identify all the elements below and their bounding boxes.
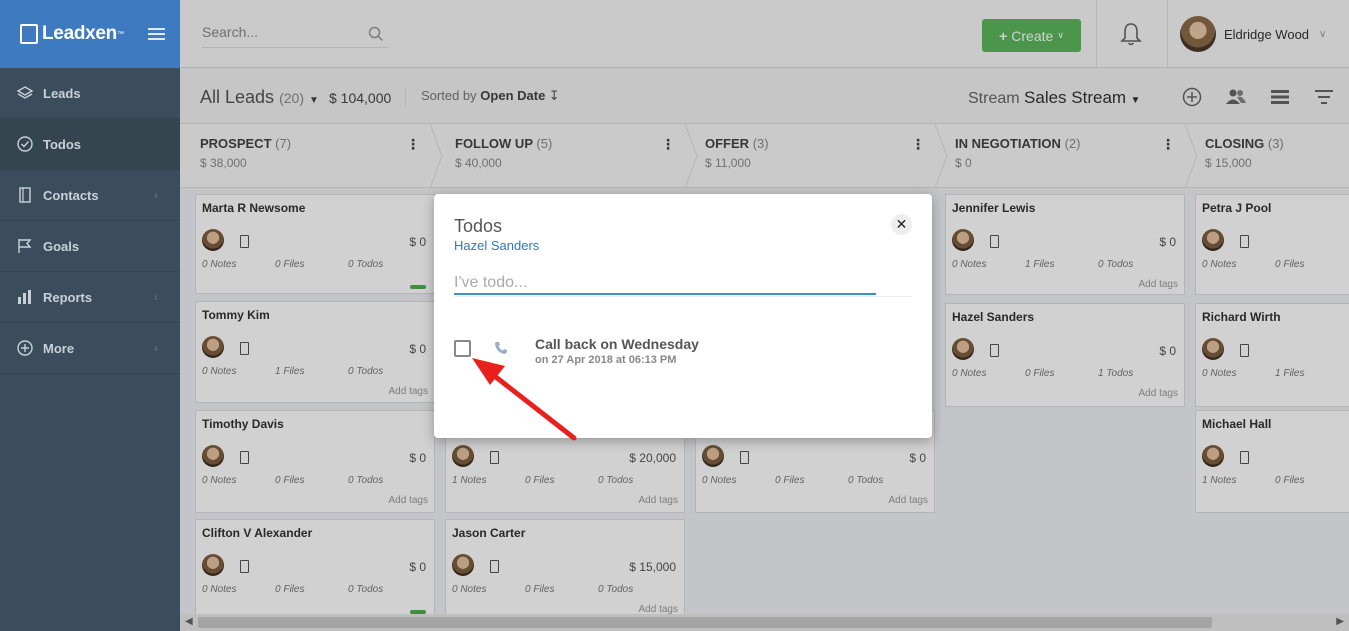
chevron-left-icon: ‹ <box>154 290 158 304</box>
chevron-left-icon: ‹ <box>154 341 158 355</box>
app-logo[interactable]: Leadxen ™ <box>0 0 180 68</box>
sidebar-item-leads[interactable]: Leads <box>0 68 180 119</box>
sidebar-item-more[interactable]: More ‹ <box>0 323 180 374</box>
bar-chart-icon <box>16 288 34 306</box>
todo-text[interactable]: Call back on Wednesday <box>535 336 699 352</box>
trademark: ™ <box>117 30 124 38</box>
todo-date: on 27 Apr 2018 at 06:13 PM <box>535 354 677 366</box>
plus-circle-icon <box>16 339 34 357</box>
check-circle-icon <box>16 135 34 153</box>
todo-input[interactable] <box>454 273 876 295</box>
sidebar-item-label: Goals <box>43 238 80 254</box>
app-name: Leadxen <box>42 23 117 44</box>
sidebar-item-goals[interactable]: Goals <box>0 221 180 272</box>
close-icon[interactable]: ✕ <box>891 214 912 235</box>
todos-modal: Todos Hazel Sanders ✕ Call back on Wedne… <box>434 194 932 438</box>
sidebar-item-label: Todos <box>43 136 82 152</box>
sidebar-item-label: Contacts <box>43 187 99 203</box>
divider <box>454 296 912 297</box>
layers-icon <box>16 84 34 102</box>
sidebar-item-reports[interactable]: Reports ‹ <box>0 272 180 323</box>
todo-checkbox[interactable] <box>454 340 471 357</box>
sidebar-item-label: More <box>43 340 75 356</box>
sidebar-item-todos[interactable]: Todos <box>0 119 180 170</box>
sidebar-item-contacts[interactable]: Contacts ‹ <box>0 170 180 221</box>
hamburger-menu-icon[interactable] <box>148 25 165 43</box>
sidebar: Leadxen ™ Leads Todos Contacts ‹ Goals Re… <box>0 0 180 631</box>
modal-title: Todos <box>454 216 503 236</box>
contact-link[interactable]: Hazel Sanders <box>454 238 539 253</box>
chevron-left-icon: ‹ <box>154 188 158 202</box>
phone-icon <box>494 341 508 360</box>
logo-icon <box>20 24 38 44</box>
sidebar-item-label: Leads <box>43 85 81 101</box>
flag-icon <box>16 237 34 255</box>
sidebar-item-label: Reports <box>43 289 93 305</box>
address-book-icon <box>16 186 34 204</box>
